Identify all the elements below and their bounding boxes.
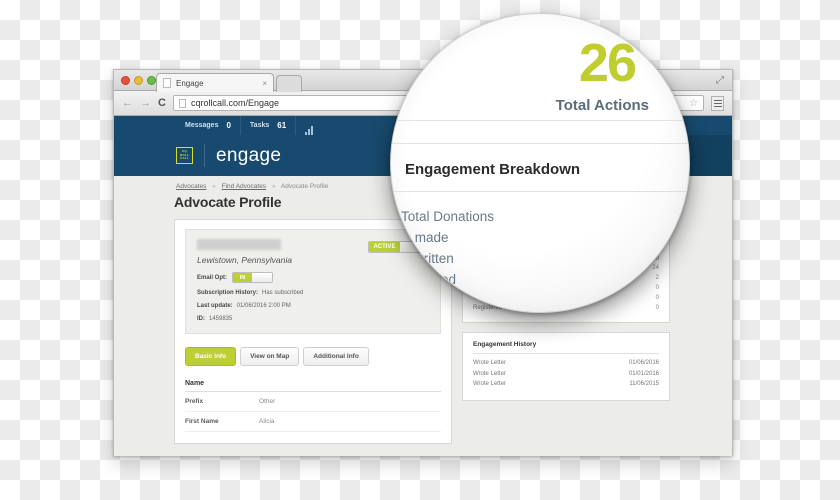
advocate-id-label: ID: <box>197 316 205 322</box>
utility-messages[interactable]: Messages 0 <box>176 116 241 135</box>
magnifier-divider-1 <box>391 120 689 121</box>
maximize-window-icon[interactable] <box>147 76 156 85</box>
profile-tabs: Basic Info View on Map Additional Info <box>185 347 441 366</box>
messages-label: Messages <box>185 122 219 129</box>
new-tab-button[interactable] <box>276 75 302 92</box>
breadcrumb-advocate-profile: Advocate Profile <box>280 183 329 190</box>
tab-close-icon[interactable]: × <box>262 79 267 88</box>
history-row[interactable]: Wrote Letter 01/01/2016 <box>473 368 659 379</box>
magnifier-divider-2 <box>391 143 689 144</box>
logo-line-3: CALL <box>180 156 189 161</box>
messages-count: 0 <box>226 121 231 130</box>
last-update-value: 01/06/2016 2:00 PM <box>236 303 291 309</box>
first-name-label: First Name <box>185 418 219 425</box>
subscription-history-value: Has subscribed <box>262 290 304 296</box>
breadcrumb-separator-1: » <box>212 183 216 190</box>
tasks-count: 61 <box>277 121 287 130</box>
browser-tab[interactable]: Engage × <box>156 73 274 92</box>
advocate-name-redacted <box>197 239 281 250</box>
history-date: 01/06/2016 <box>628 359 659 366</box>
history-date: 11/06/2015 <box>629 381 659 388</box>
history-label: Wrote Letter <box>473 381 506 388</box>
name-section-title: Name <box>185 380 441 392</box>
history-label: Wrote Letter <box>473 370 506 377</box>
cq-roll-call-logo-icon[interactable]: CQ ROLL CALL <box>176 147 193 164</box>
logo-divider <box>204 144 205 167</box>
forward-icon[interactable]: → <box>140 97 151 109</box>
magnified-item-calls-made: Calls made <box>390 230 449 245</box>
tab-favicon-icon <box>163 78 171 88</box>
window-controls[interactable] <box>121 76 156 85</box>
magnified-breakdown-title: Engagement Breakdown <box>405 161 581 178</box>
bookmark-star-icon[interactable]: ☆ <box>689 98 698 109</box>
prefix-value: Other <box>259 398 276 405</box>
tab-basic-info[interactable]: Basic Info <box>185 347 237 366</box>
tab-additional-info[interactable]: Additional Info <box>303 347 369 366</box>
utility-tasks[interactable]: Tasks 61 <box>241 116 297 135</box>
history-date: 01/01/2016 <box>628 370 659 377</box>
page-info-icon <box>178 98 186 108</box>
total-actions-label: Total Actions <box>555 97 649 114</box>
email-opt-toggle[interactable]: IN <box>232 272 274 283</box>
email-opt-toggle-off <box>252 273 273 282</box>
field-row-first-name: First Name Alicia <box>185 412 441 432</box>
last-update-label: Last update: <box>197 303 233 309</box>
email-opt-value: IN <box>233 273 253 282</box>
magnified-item-stories-shared: Stories shared <box>390 272 457 287</box>
tasks-label: Tasks <box>249 122 270 129</box>
magnifier-lens: 26 Total Actions Engagement Breakdown To… <box>390 13 690 313</box>
breadcrumb-separator-2: » <box>271 183 276 190</box>
email-opt-label: Email Opt: <box>197 274 228 281</box>
engage-wordmark: engage <box>216 144 282 166</box>
history-label: Wrote Letter <box>473 359 506 366</box>
browser-menu-icon[interactable] <box>711 95 724 111</box>
advocate-id-row: ID: 1459835 <box>197 316 429 322</box>
field-row-prefix: Prefix Other <box>185 392 441 412</box>
tab-view-on-map[interactable]: View on Map <box>240 347 300 366</box>
breadcrumb-find-advocates[interactable]: Find Advocates <box>222 183 266 190</box>
subscription-history-label: Subscription History: <box>197 290 259 296</box>
magnifier-content: 26 Total Actions Engagement Breakdown To… <box>391 14 689 312</box>
tab-title: Engage <box>176 78 204 88</box>
magnified-item-total-donations: Total Donations <box>401 209 495 224</box>
back-icon[interactable]: ← <box>122 97 133 109</box>
reports-bar-chart-icon[interactable] <box>296 116 322 135</box>
engagement-history-title: Engagement History <box>473 341 659 355</box>
magnifier-divider-3 <box>391 191 689 192</box>
magnified-item-letters-written: Letters written <box>390 251 454 266</box>
minimize-window-icon[interactable] <box>134 76 143 85</box>
reload-icon[interactable]: C <box>158 97 166 109</box>
first-name-value: Alicia <box>259 418 275 425</box>
engagement-history-card: Engagement History Wrote Letter 01/06/20… <box>462 332 670 401</box>
close-window-icon[interactable] <box>121 76 130 85</box>
history-row[interactable]: Wrote Letter 11/06/2015 <box>473 379 659 390</box>
history-row[interactable]: Wrote Letter 01/06/2016 <box>473 357 659 368</box>
prefix-label: Prefix <box>185 398 204 405</box>
breadcrumb-advocates[interactable]: Advocates <box>176 183 206 190</box>
advocate-id-value: 1459835 <box>209 316 233 322</box>
fullscreen-icon[interactable]: ⤢ <box>716 75 724 86</box>
total-actions-number: 26 <box>578 33 637 93</box>
